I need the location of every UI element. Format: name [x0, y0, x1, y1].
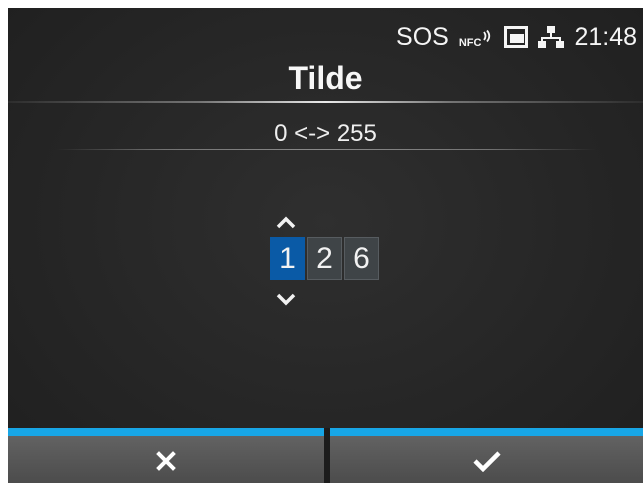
digit-cell-tens[interactable]: 2	[307, 237, 342, 280]
sd-card-icon	[504, 26, 529, 48]
close-icon	[156, 450, 176, 471]
status-bar: SOS NFC 21:48	[396, 22, 637, 52]
decrement-button[interactable]	[273, 289, 299, 309]
range-divider	[56, 149, 596, 150]
digit-cell-ones[interactable]: 6	[344, 237, 379, 280]
cancel-accent-bar	[8, 428, 324, 436]
clock: 21:48	[574, 22, 637, 51]
digit-cell-hundreds[interactable]: 1	[270, 237, 305, 280]
increment-button[interactable]	[273, 213, 299, 233]
page-title: Tilde	[288, 60, 363, 96]
range-label: 0 <-> 255	[274, 120, 377, 147]
network-icon	[538, 25, 565, 49]
printer-screen: SOS NFC 21:48 Tilde 0 <-> 255 1 2 6	[8, 8, 643, 483]
chevron-up-icon	[276, 216, 296, 229]
title-divider	[8, 101, 643, 103]
nfc-icon: NFC	[459, 25, 495, 49]
checkmark-icon	[472, 450, 501, 472]
confirm-accent-bar	[330, 428, 643, 436]
sos-indicator: SOS	[396, 22, 449, 51]
nfc-label: NFC	[458, 37, 482, 49]
cancel-button[interactable]	[8, 428, 324, 483]
digit-spinner: 1 2 6	[270, 237, 379, 280]
confirm-button[interactable]	[330, 428, 643, 483]
chevron-down-icon	[276, 293, 296, 306]
